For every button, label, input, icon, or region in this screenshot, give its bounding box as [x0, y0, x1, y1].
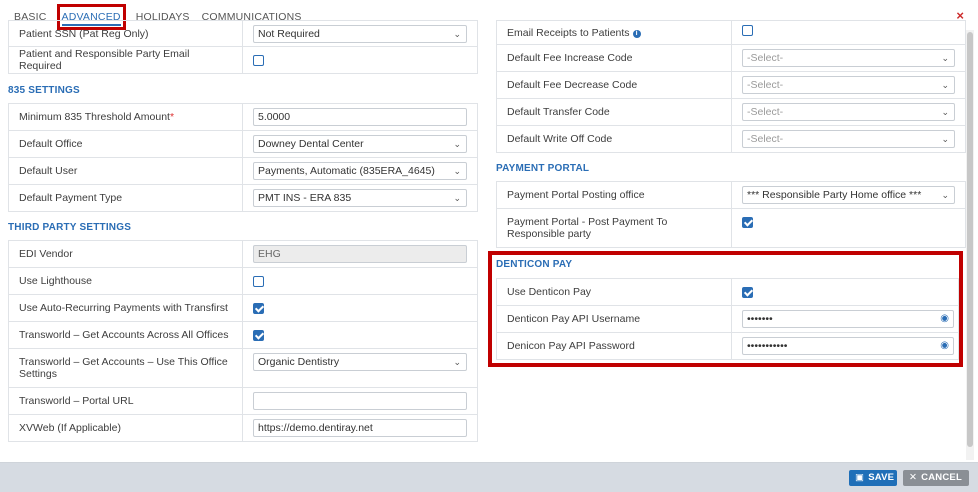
- transfer-code-label: Default Transfer Code: [496, 98, 732, 126]
- chevron-down-icon: ⌄: [941, 80, 949, 90]
- chevron-down-icon: ⌄: [453, 139, 461, 149]
- default-office-value: Downey Dental Center: [258, 138, 364, 150]
- xvweb-label: XVWeb (If Applicable): [8, 414, 243, 442]
- tw-all-offices-label: Transworld – Get Accounts Across All Off…: [8, 321, 243, 349]
- api-password-label: Denicon Pay API Password: [496, 332, 732, 360]
- email-required-checkbox[interactable]: [253, 54, 264, 66]
- chevron-down-icon: ⌄: [941, 53, 949, 63]
- posting-office-label: Payment Portal Posting office: [496, 181, 732, 209]
- email-receipts-checkbox[interactable]: [742, 24, 753, 36]
- default-office-select[interactable]: Downey Dental Center ⌄: [253, 135, 467, 153]
- write-off-code-value: -Select-: [747, 133, 784, 145]
- info-icon[interactable]: i: [632, 29, 641, 38]
- write-off-code-label: Default Write Off Code: [496, 125, 732, 153]
- posting-office-value: *** Responsible Party Home office ***: [747, 189, 922, 201]
- left-top-table: Patient SSN (Pat Reg Only) Not Required ⌄…: [8, 20, 478, 74]
- chevron-down-icon: ⌄: [941, 107, 949, 117]
- default-payment-type-value: PMT INS - ERA 835: [258, 192, 352, 204]
- transfer-code-select[interactable]: -Select- ⌄: [742, 103, 955, 121]
- api-password-value: •••••••••••: [747, 340, 788, 352]
- fee-increase-select[interactable]: -Select- ⌄: [742, 49, 955, 67]
- modal-footer: ▣ SAVE ✕ CANCEL: [0, 464, 978, 492]
- denticon-pay-table: Use Denticon Pay Denticon Pay API Userna…: [496, 278, 959, 360]
- fee-decrease-label: Default Fee Decrease Code: [496, 71, 732, 99]
- email-required-label: Patient and Responsible Party Email Requ…: [8, 46, 243, 74]
- fee-decrease-value: -Select-: [747, 79, 784, 91]
- fee-increase-label: Default Fee Increase Code: [496, 44, 732, 72]
- section-payment-portal-title: PAYMENT PORTAL: [496, 163, 590, 174]
- patient-ssn-label: Patient SSN (Pat Reg Only): [8, 20, 243, 47]
- transfer-code-value: -Select-: [747, 106, 784, 118]
- default-user-select[interactable]: Payments, Automatic (835ERA_4645) ⌄: [253, 162, 467, 180]
- email-receipts-label: Email Receipts to Patients i: [496, 20, 732, 45]
- edi-vendor-label: EDI Vendor: [8, 240, 243, 268]
- email-receipts-label-text: Email Receipts to Patients: [507, 26, 630, 39]
- scrollbar-thumb[interactable]: [967, 32, 973, 447]
- chevron-down-icon: ⌄: [453, 166, 461, 176]
- third-party-table: EDI Vendor EHG Use Lighthouse Use Auto-R…: [8, 240, 478, 442]
- tw-portal-input[interactable]: [253, 392, 467, 410]
- eye-icon[interactable]: ◉: [940, 338, 949, 354]
- chevron-down-icon: ⌄: [941, 190, 949, 200]
- section-third-party-title: THIRD PARTY SETTINGS: [8, 222, 132, 233]
- chevron-down-icon: ⌄: [941, 134, 949, 144]
- default-user-value: Payments, Automatic (835ERA_4645): [258, 165, 435, 177]
- chevron-down-icon: ⌄: [453, 193, 461, 203]
- save-button-label: SAVE: [868, 472, 895, 483]
- eye-icon[interactable]: ◉: [940, 311, 949, 327]
- tw-this-office-value: Organic Dentistry: [258, 356, 340, 368]
- min-threshold-input[interactable]: 5.0000: [253, 108, 467, 126]
- cancel-button[interactable]: ✕ CANCEL: [903, 470, 969, 486]
- use-denticon-pay-label: Use Denticon Pay: [496, 278, 732, 306]
- posting-office-select[interactable]: *** Responsible Party Home office *** ⌄: [742, 186, 955, 204]
- tw-all-offices-checkbox[interactable]: [253, 329, 264, 341]
- save-button[interactable]: ▣ SAVE: [849, 470, 897, 486]
- section-835-title: 835 SETTINGS: [8, 85, 80, 96]
- tw-portal-label: Transworld – Portal URL: [8, 387, 243, 415]
- api-password-input[interactable]: ••••••••••• ◉: [742, 337, 954, 355]
- required-marker: *: [169, 111, 175, 123]
- use-denticon-pay-checkbox[interactable]: [742, 286, 753, 298]
- section-denticon-pay-title: DENTICON PAY: [496, 259, 573, 270]
- tw-this-office-select[interactable]: Organic Dentistry ⌄: [253, 353, 467, 371]
- api-username-input[interactable]: ••••••• ◉: [742, 310, 954, 328]
- default-payment-type-label: Default Payment Type: [8, 184, 243, 212]
- close-icon: ✕: [909, 472, 918, 483]
- fee-increase-value: -Select-: [747, 52, 784, 64]
- min-threshold-label: Minimum 835 Threshold Amount*: [8, 103, 243, 131]
- settings-modal: BASIC ADVANCED HOLIDAYS COMMUNICATIONS ×…: [0, 0, 978, 463]
- cancel-button-label: CANCEL: [921, 472, 962, 483]
- api-username-value: •••••••: [747, 313, 773, 325]
- patient-ssn-value: Not Required: [258, 27, 320, 40]
- xvweb-input[interactable]: https://demo.dentiray.net: [253, 419, 467, 437]
- right-top-table: Email Receipts to Patients i Default Fee …: [496, 20, 966, 153]
- payment-portal-table: Payment Portal Posting office *** Respon…: [496, 181, 966, 248]
- default-payment-type-select[interactable]: PMT INS - ERA 835 ⌄: [253, 189, 467, 207]
- scrollbar[interactable]: [966, 30, 974, 460]
- min-threshold-label-text: Minimum 835 Threshold Amount: [19, 111, 170, 123]
- post-to-rp-label: Payment Portal - Post Payment To Respons…: [496, 208, 732, 248]
- chevron-down-icon: ⌄: [453, 357, 461, 367]
- settings-835-table: Minimum 835 Threshold Amount* 5.0000 Def…: [8, 103, 478, 212]
- tw-this-office-label: Transworld – Get Accounts – Use This Off…: [8, 348, 243, 388]
- post-to-rp-checkbox[interactable]: [742, 216, 753, 228]
- write-off-code-select[interactable]: -Select- ⌄: [742, 130, 955, 148]
- default-office-label: Default Office: [8, 130, 243, 158]
- use-lighthouse-label: Use Lighthouse: [8, 267, 243, 295]
- edi-vendor-input: EHG: [253, 245, 467, 263]
- auto-recurring-checkbox[interactable]: [253, 302, 264, 314]
- use-lighthouse-checkbox[interactable]: [253, 275, 264, 287]
- auto-recurring-label: Use Auto-Recurring Payments with Transfi…: [8, 294, 243, 322]
- patient-ssn-select[interactable]: Not Required ⌄: [253, 24, 467, 43]
- default-user-label: Default User: [8, 157, 243, 185]
- save-icon: ▣: [855, 472, 865, 483]
- api-username-label: Denticon Pay API Username: [496, 305, 732, 333]
- fee-decrease-select[interactable]: -Select- ⌄: [742, 76, 955, 94]
- chevron-down-icon: ⌄: [453, 28, 461, 39]
